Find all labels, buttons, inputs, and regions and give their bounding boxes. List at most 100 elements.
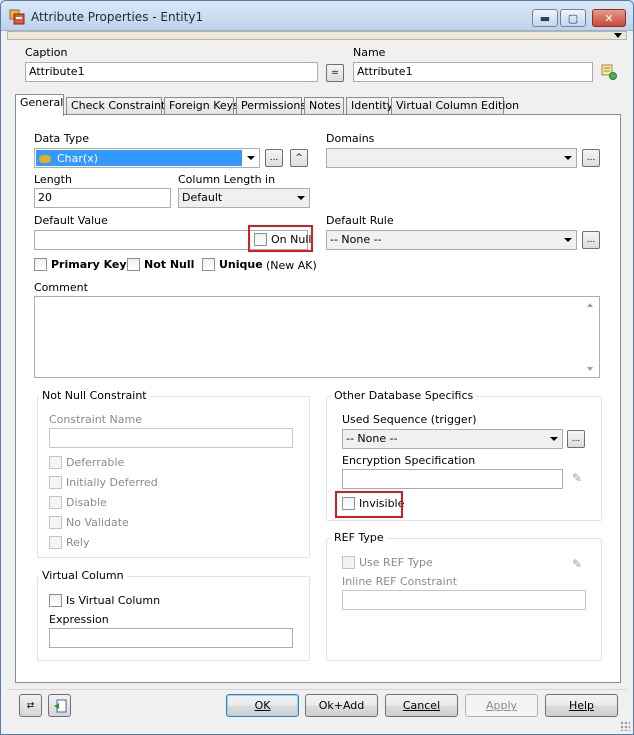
not-null-checkbox[interactable]: Not Null	[127, 258, 194, 271]
bottom-separator	[7, 689, 627, 690]
used-sequence-value: -- None --	[346, 432, 398, 445]
use-ref-type-checkbox[interactable]: Use REF Type	[342, 556, 433, 569]
checkbox-box	[49, 536, 62, 549]
length-input[interactable]: 20	[34, 188, 171, 208]
initially-deferred-label: Initially Deferred	[66, 476, 158, 489]
name-input[interactable]: Attribute1	[353, 62, 593, 82]
ok-button[interactable]: OK	[226, 694, 299, 717]
default-value-label: Default Value	[34, 214, 108, 227]
data-type-label: Data Type	[34, 132, 90, 145]
inline-ref-label: Inline REF Constraint	[342, 575, 458, 588]
swap-button[interactable]: ⇄	[19, 694, 42, 717]
inline-ref-input[interactable]	[342, 590, 586, 610]
domains-select[interactable]	[326, 148, 577, 168]
tab-check-constraints[interactable]: Check Constraints	[66, 97, 171, 115]
checkbox-box	[49, 476, 62, 489]
deferrable-label: Deferrable	[66, 456, 125, 469]
data-type-value: Char(x)	[57, 152, 99, 165]
used-sequence-select[interactable]: -- None --	[342, 429, 563, 449]
default-rule-select[interactable]: -- None --	[326, 230, 577, 250]
ellipsis-icon: ...	[571, 434, 581, 444]
sync-icon	[53, 699, 66, 712]
checkbox-box	[49, 456, 62, 469]
minimize-button[interactable]: ▬	[532, 9, 558, 27]
sync-caption-button[interactable]: =	[326, 64, 344, 82]
expression-input[interactable]	[49, 628, 293, 648]
help-button[interactable]: Help	[545, 694, 618, 717]
app-icon	[9, 9, 25, 25]
swap-icon: ⇄	[26, 700, 35, 711]
domains-browse-button[interactable]: ...	[582, 149, 600, 167]
pencil-icon[interactable]: ✎	[572, 471, 582, 485]
data-type-selected: Char(x)	[36, 150, 242, 166]
unique-checkbox[interactable]: Unique	[202, 258, 263, 271]
window-title: Attribute Properties - Entity1	[31, 10, 204, 24]
comment-label: Comment	[34, 281, 88, 294]
maximize-button[interactable]: ▢	[560, 9, 586, 27]
ok-add-button[interactable]: Ok+Add	[305, 694, 378, 717]
no-validate-checkbox[interactable]: No Validate	[49, 516, 129, 529]
comment-scrollbar[interactable]	[583, 297, 599, 377]
column-length-select[interactable]: Default	[178, 188, 310, 208]
help-label: Help	[568, 699, 595, 712]
title-bar: Attribute Properties - Entity1 ▬ ▢ ✕	[1, 1, 633, 31]
tab-foreign-keys[interactable]: Foreign Keys	[164, 97, 239, 115]
checkbox-box	[342, 556, 355, 569]
not-null-label: Not Null	[144, 258, 195, 271]
ok-label: OK	[254, 699, 271, 712]
minimize-icon: ▬	[539, 11, 551, 25]
on-null-highlight	[248, 225, 313, 252]
tab-identity[interactable]: Identity	[346, 97, 393, 115]
chevron-down-icon	[297, 196, 305, 200]
ellipsis-icon: ...	[586, 235, 596, 245]
column-length-value: Default	[182, 191, 223, 204]
ok-add-label: Ok+Add	[318, 699, 365, 712]
used-sequence-browse-button[interactable]: ...	[567, 430, 585, 448]
data-type-browse-button[interactable]: ...	[265, 149, 283, 167]
scroll-down-icon	[587, 367, 593, 371]
comment-textarea[interactable]	[34, 296, 600, 378]
default-rule-value: -- None --	[330, 233, 382, 246]
is-virtual-column-label: Is Virtual Column	[66, 594, 161, 607]
cancel-button[interactable]: Cancel	[385, 694, 458, 717]
checkbox-box	[49, 516, 62, 529]
encryption-input[interactable]	[342, 469, 563, 489]
caret-up-icon: ^	[295, 153, 303, 163]
constraint-name-label: Constraint Name	[49, 413, 142, 426]
chevron-down-icon	[564, 238, 572, 242]
pencil-icon[interactable]: ✎	[572, 557, 582, 571]
fields-icon[interactable]	[601, 64, 617, 80]
data-type-select[interactable]: Char(x)	[34, 148, 260, 168]
constraint-name-input[interactable]	[49, 428, 293, 448]
tab-permissions[interactable]: Permissions	[236, 97, 306, 115]
default-rule-browse-button[interactable]: ...	[582, 231, 600, 249]
close-icon: ✕	[604, 11, 614, 25]
checkbox-box	[49, 594, 62, 607]
data-type-up-button[interactable]: ^	[290, 149, 308, 167]
column-length-label: Column Length in	[178, 173, 276, 186]
collapsed-toolbar[interactable]	[7, 31, 627, 40]
initially-deferred-checkbox[interactable]: Initially Deferred	[49, 476, 158, 489]
scroll-up-icon	[587, 303, 593, 307]
domains-label: Domains	[326, 132, 375, 145]
used-sequence-label: Used Sequence (trigger)	[342, 413, 477, 426]
caption-input[interactable]: Attribute1	[25, 62, 318, 82]
chevron-down-icon	[550, 437, 558, 441]
close-button[interactable]: ✕	[592, 9, 626, 27]
equals-icon: =	[331, 68, 339, 78]
tab-notes[interactable]: Notes	[304, 97, 344, 115]
tab-general[interactable]: General	[15, 94, 64, 116]
not-null-constraint-title: Not Null Constraint	[39, 389, 150, 402]
is-virtual-column-checkbox[interactable]: Is Virtual Column	[49, 594, 160, 607]
primary-key-checkbox[interactable]: Primary Key	[34, 258, 127, 271]
deferrable-checkbox[interactable]: Deferrable	[49, 456, 124, 469]
apply-button[interactable]: Apply	[465, 694, 538, 717]
disable-checkbox[interactable]: Disable	[49, 496, 107, 509]
tab-virtual-column-edition[interactable]: Virtual Column Edition	[391, 97, 519, 115]
checkbox-box	[202, 258, 215, 271]
ref-type-title: REF Type	[331, 531, 387, 544]
checkbox-box	[127, 258, 140, 271]
rely-checkbox[interactable]: Rely	[49, 536, 89, 549]
resize-grip[interactable]	[620, 721, 630, 731]
sync-button[interactable]	[48, 694, 71, 717]
